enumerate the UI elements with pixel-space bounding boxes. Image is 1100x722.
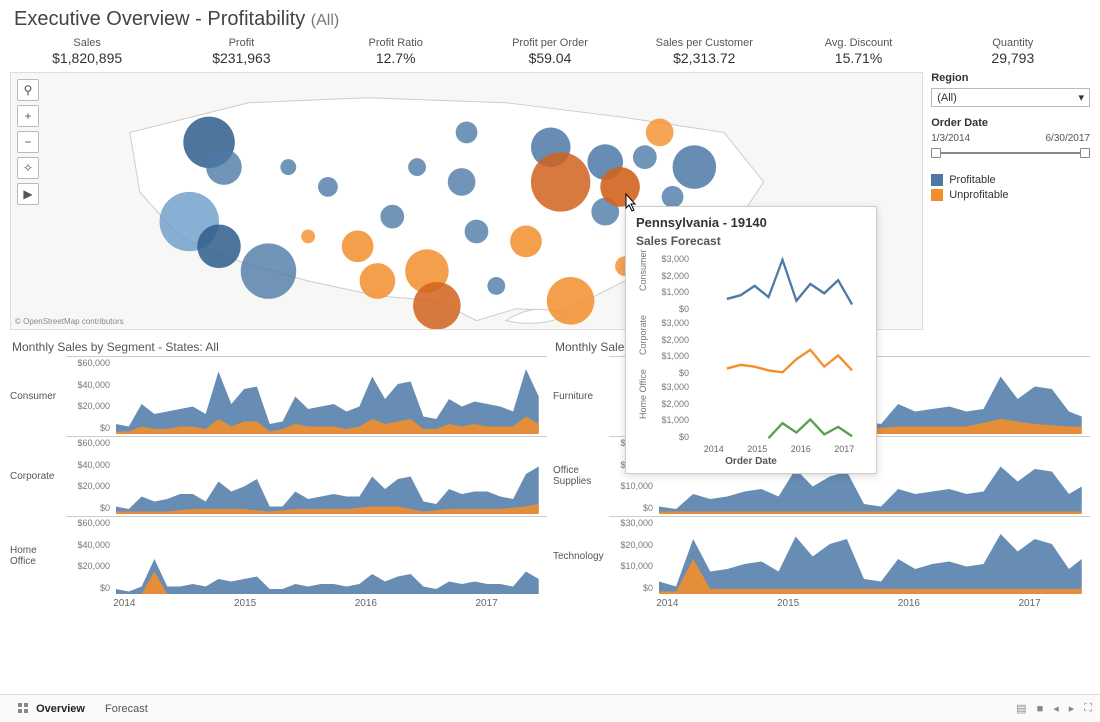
region-filter-label: Region [931, 72, 1090, 84]
map-zoom-in-button[interactable]: + [17, 105, 39, 127]
nav-prev-icon[interactable]: ◂ [1053, 702, 1059, 715]
search-icon: ⚲ [24, 83, 33, 97]
map-zoom-out-button[interactable]: − [17, 131, 39, 153]
kpi-profit-ratio: Profit Ratio12.7% [319, 37, 473, 66]
region-dropdown-value: (All) [937, 92, 957, 104]
legend-profitable[interactable]: Profitable [931, 174, 1090, 186]
kpi-profit: Profit$231,963 [164, 37, 318, 66]
slider-handle-start[interactable] [931, 148, 941, 158]
date-start: 1/3/2014 [931, 133, 970, 144]
kpi-bar: Sales$1,820,895 Profit$231,963 Profit Ra… [0, 35, 1100, 72]
map-toolbar: ⚲ + − ✧ ▶ [17, 79, 39, 205]
page-title: Executive Overview - Profitability (All) [0, 0, 1100, 35]
tab-overview[interactable]: Overview [8, 699, 95, 719]
sheet-tabs: Overview Forecast ▤ ■ ◂ ▸ ⛶ [0, 694, 1100, 722]
map-attribution: © OpenStreetMap contributors [15, 317, 124, 326]
tooltip-title: Pennsylvania - 19140 [636, 215, 866, 230]
category-x-axis: 2014201520162017 [607, 598, 1090, 609]
map-pin-button[interactable]: ✧ [17, 157, 39, 179]
slider-handle-end[interactable] [1080, 148, 1090, 158]
kpi-sales-per-customer: Sales per Customer$2,313.72 [627, 37, 781, 66]
segment-chart[interactable]: Monthly Sales by Segment - States: All C… [10, 336, 547, 609]
region-dropdown[interactable]: (All) ▾ [931, 88, 1090, 107]
presentation-mode-icon[interactable]: ⛶ [1084, 702, 1092, 715]
segment-row-consumer: Consumer $60,000$40,000$20,000$0 [10, 356, 547, 436]
kpi-avg-discount: Avg. Discount15.71% [781, 37, 935, 66]
segment-chart-title: Monthly Sales by Segment - States: All [12, 340, 547, 354]
date-slider[interactable] [931, 146, 1090, 160]
dashboard-icon [18, 703, 29, 714]
order-date-filter-label: Order Date [931, 117, 1090, 129]
view-filmstrip-icon[interactable]: ▤ [1016, 702, 1026, 715]
kpi-profit-per-order: Profit per Order$59.04 [473, 37, 627, 66]
map-tooltip: Pennsylvania - 19140 Sales Forecast Cons… [625, 206, 877, 474]
date-end: 6/30/2017 [1046, 133, 1091, 144]
color-legend: Profitable Unprofitable [931, 174, 1090, 201]
title-filter: (All) [311, 12, 339, 29]
segment-x-axis: 2014201520162017 [64, 598, 547, 609]
segment-row-home-office: Home Office $60,000$40,000$20,000$0 [10, 516, 547, 596]
legend-unprofitable[interactable]: Unprofitable [931, 189, 1090, 201]
pin-icon: ✧ [23, 161, 33, 175]
category-row-technology: Technology $30,000$20,000$10,000$0 [553, 516, 1090, 596]
map-search-button[interactable]: ⚲ [17, 79, 39, 101]
minus-icon: − [24, 135, 31, 149]
play-icon: ▶ [23, 187, 32, 201]
title-text: Executive Overview - Profitability [14, 8, 305, 30]
filter-panel: Region (All) ▾ Order Date 1/3/2014 6/30/… [931, 72, 1090, 330]
map-bubble-hovered [600, 167, 640, 207]
kpi-quantity: Quantity29,793 [936, 37, 1090, 66]
plus-icon: + [24, 109, 31, 123]
chevron-down-icon: ▾ [1078, 91, 1084, 104]
view-grid-icon[interactable]: ■ [1037, 703, 1044, 715]
segment-row-corporate: Corporate $60,000$40,000$20,000$0 [10, 436, 547, 516]
kpi-sales: Sales$1,820,895 [10, 37, 164, 66]
tab-forecast[interactable]: Forecast [95, 699, 158, 719]
nav-next-icon[interactable]: ▸ [1069, 702, 1075, 715]
tooltip-subtitle: Sales Forecast [636, 234, 866, 248]
map-play-button[interactable]: ▶ [17, 183, 39, 205]
